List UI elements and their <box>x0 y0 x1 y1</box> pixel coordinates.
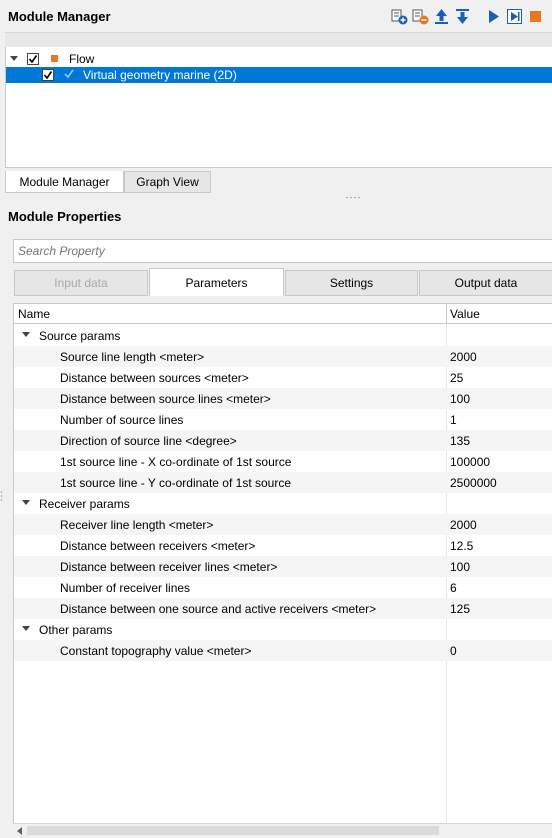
splitter-handle[interactable] <box>345 196 361 199</box>
group-receiver-params[interactable]: Receiver params <box>14 493 552 514</box>
property-value[interactable]: 12.5 <box>450 539 473 553</box>
checkmark-icon <box>43 71 53 80</box>
property-name: 1st source line - X co-ordinate of 1st s… <box>60 455 292 469</box>
tab-parameters[interactable]: Parameters <box>149 268 284 296</box>
property-name: Distance between receivers <meter> <box>60 539 256 553</box>
checkmark-icon <box>28 55 38 64</box>
property-value[interactable]: 0 <box>450 644 457 658</box>
scroll-left-arrow-icon[interactable] <box>17 827 22 835</box>
flow-checkbox[interactable] <box>27 53 39 65</box>
step-play-icon[interactable] <box>505 7 524 26</box>
property-value[interactable]: 135 <box>450 434 470 448</box>
property-name: Distance between receiver lines <meter> <box>60 560 278 574</box>
module-tree: Flow Virtual geometry marine (2D) <box>5 47 552 168</box>
property-value[interactable]: 2000 <box>450 350 477 364</box>
property-grid: Name Value Source params Source line len… <box>13 303 552 824</box>
expand-arrow-icon[interactable] <box>10 56 18 61</box>
property-name: Number of receiver lines <box>60 581 191 595</box>
add-module-icon[interactable] <box>390 7 409 26</box>
module-properties-title: Module Properties <box>8 209 122 224</box>
grid-header: Name Value <box>14 304 552 324</box>
tab-settings[interactable]: Settings <box>285 270 418 296</box>
module-checkbox[interactable] <box>42 69 54 81</box>
property-value[interactable]: 125 <box>450 602 470 616</box>
property-row[interactable]: 1st source line - Y co-ordinate of 1st s… <box>14 472 552 493</box>
collapse-arrow-icon[interactable] <box>22 626 30 631</box>
move-down-icon[interactable] <box>453 7 472 26</box>
toolbar-separator <box>474 7 482 26</box>
play-icon[interactable] <box>484 7 503 26</box>
horizontal-scrollbar[interactable] <box>13 823 552 838</box>
group-label: Receiver params <box>39 497 130 511</box>
property-value[interactable]: 2500000 <box>450 476 497 490</box>
property-value[interactable]: 100 <box>450 560 470 574</box>
flow-square-icon <box>51 55 58 62</box>
property-value[interactable]: 2000 <box>450 518 477 532</box>
property-name: Distance between one source and active r… <box>60 602 377 616</box>
property-name: Distance between source lines <meter> <box>60 392 271 406</box>
collapse-arrow-icon[interactable] <box>22 500 30 505</box>
property-row[interactable]: Distance between receivers <meter> 12.5 <box>14 535 552 556</box>
property-row[interactable]: Receiver line length <meter> 2000 <box>14 514 552 535</box>
property-row[interactable]: Constant topography value <meter> 0 <box>14 640 552 661</box>
tree-item-flow[interactable]: Flow <box>6 51 552 67</box>
property-row[interactable]: Direction of source line <degree> 135 <box>14 430 552 451</box>
property-value[interactable]: 6 <box>450 581 457 595</box>
group-label: Source params <box>39 329 121 343</box>
property-name: Receiver line length <meter> <box>60 518 214 532</box>
property-row[interactable]: Source line length <meter> 2000 <box>14 346 552 367</box>
collapse-arrow-icon[interactable] <box>22 332 30 337</box>
tab-graph-view[interactable]: Graph View <box>124 171 211 193</box>
tree-item-label: Flow <box>69 52 95 66</box>
property-row[interactable]: Distance between source lines <meter> 100 <box>14 388 552 409</box>
tree-item-label: Virtual geometry marine (2D) <box>83 68 237 82</box>
stop-icon[interactable] <box>526 7 545 26</box>
module-manager-title: Module Manager <box>8 9 111 24</box>
property-value[interactable]: 100 <box>450 392 470 406</box>
search-property-input[interactable] <box>13 239 552 263</box>
property-name: 1st source line - Y co-ordinate of 1st s… <box>60 476 292 490</box>
property-row[interactable]: Distance between receiver lines <meter> 1… <box>14 556 552 577</box>
property-value[interactable]: 100000 <box>450 455 490 469</box>
group-other-params[interactable]: Other params <box>14 619 552 640</box>
side-splitter-handle[interactable] <box>0 490 3 504</box>
property-row[interactable]: Distance between one source and active r… <box>14 598 552 619</box>
group-label: Other params <box>39 623 113 637</box>
property-name: Source line length <meter> <box>60 350 205 364</box>
property-row[interactable]: 1st source line - X co-ordinate of 1st s… <box>14 451 552 472</box>
property-name: Constant topography value <meter> <box>60 644 252 658</box>
property-row[interactable]: Number of receiver lines 6 <box>14 577 552 598</box>
move-up-icon[interactable] <box>432 7 451 26</box>
scrollbar-thumb[interactable] <box>27 826 439 835</box>
column-header-value[interactable]: Value <box>450 307 480 321</box>
module-check-icon <box>63 68 75 83</box>
remove-module-icon[interactable] <box>411 7 430 26</box>
column-header-name[interactable]: Name <box>18 307 50 321</box>
tab-module-manager[interactable]: Module Manager <box>5 171 124 193</box>
module-manager-header-bar <box>5 32 552 48</box>
property-row[interactable]: Distance between sources <meter> 25 <box>14 367 552 388</box>
property-name: Direction of source line <degree> <box>60 434 237 448</box>
property-name: Number of source lines <box>60 413 184 427</box>
tab-output-data[interactable]: Output data <box>419 270 552 296</box>
property-name: Distance between sources <meter> <box>60 371 249 385</box>
property-value[interactable]: 1 <box>450 413 457 427</box>
tab-input-data[interactable]: Input data <box>14 270 148 296</box>
tree-item-virtual-geometry[interactable]: Virtual geometry marine (2D) <box>6 67 552 83</box>
property-row[interactable]: Number of source lines 1 <box>14 409 552 430</box>
module-toolbar <box>390 7 545 27</box>
group-source-params[interactable]: Source params <box>14 325 552 346</box>
property-value[interactable]: 25 <box>450 371 463 385</box>
header-divider <box>446 304 447 323</box>
